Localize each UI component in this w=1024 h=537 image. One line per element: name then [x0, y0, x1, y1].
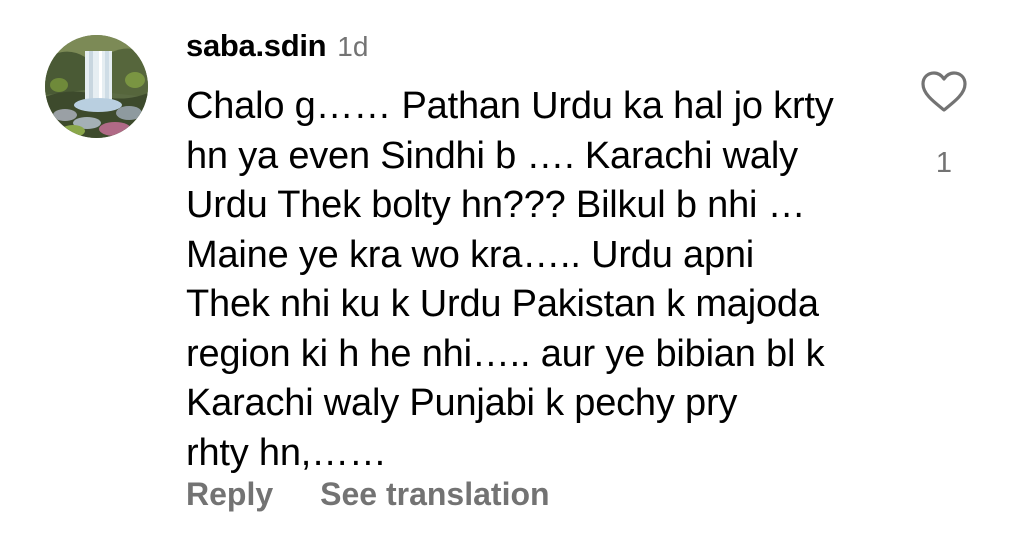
comment: saba.sdin 1d Chalo g…… Pathan Urdu ka ha… [0, 0, 1024, 537]
comment-text-line: Urdu Thek bolty hn??? Bilkul b nhi … [186, 184, 806, 226]
waterfall-photo [45, 35, 148, 138]
comment-text-line: Thek nhi ku k Urdu Pakistan k majoda [186, 283, 819, 325]
see-translation-button[interactable]: See translation [320, 476, 549, 513]
comment-text-line: hn ya even Sindhi b …. Karachi waly [186, 134, 798, 177]
comment-text-line: Chalo g…… Pathan Urdu ka hal jo krty [186, 85, 834, 127]
comment-header: saba.sdin 1d [186, 28, 368, 64]
reply-button[interactable]: Reply [186, 476, 273, 513]
comment-text-line: rhty hn,…… [186, 431, 387, 474]
timestamp: 1d [337, 31, 369, 62]
comment-actions: Reply See translation [186, 476, 550, 513]
comment-text: Chalo g…… Pathan Urdu ka hal jo krty hn … [186, 82, 876, 478]
comment-text-line: Maine ye kra wo kra….. Urdu apni [186, 233, 755, 276]
like-control: 1 [918, 70, 970, 180]
like-count: 1 [935, 147, 953, 179]
comment-text-line: Karachi waly Punjabi k pechy pry [186, 382, 738, 424]
heart-outline-icon[interactable] [920, 70, 968, 114]
avatar[interactable] [45, 35, 148, 138]
comment-text-line: region ki h he nhi….. aur ye bibian bl k [186, 332, 825, 375]
username[interactable]: saba.sdin [186, 28, 327, 64]
